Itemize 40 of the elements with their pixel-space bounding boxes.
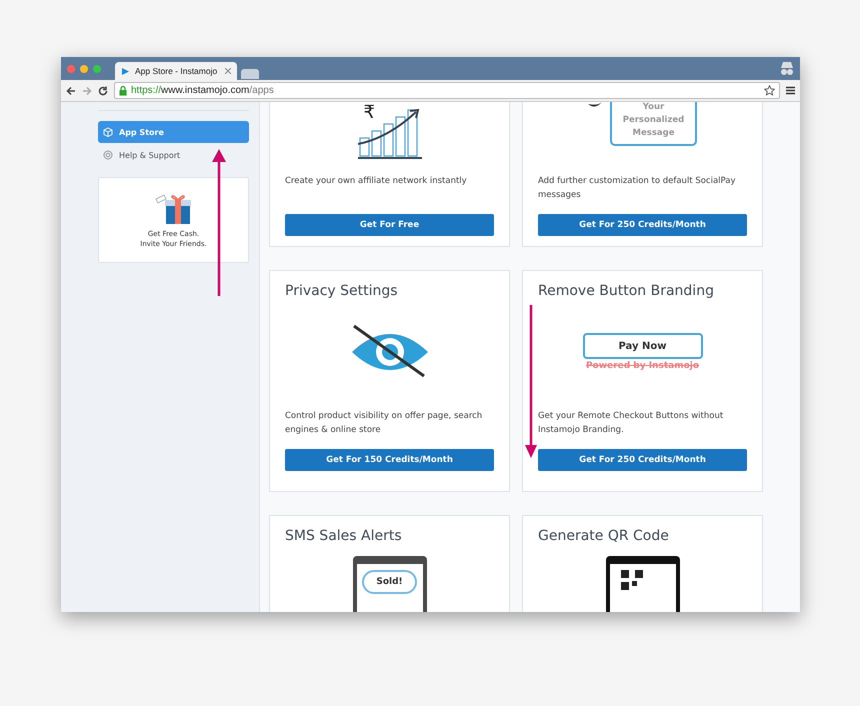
get-app-button[interactable]: Get For 250 Credits/Month [538,214,747,236]
reload-icon[interactable] [98,86,108,96]
play-logo-icon [121,66,130,76]
card-description: Create your own affiliate network instantly [285,175,468,188]
card-title: Privacy Settings [285,282,399,301]
lifebuoy-icon [103,150,113,160]
message-text: Your [642,102,664,114]
message-text: Personalized [622,114,684,127]
maximize-window-button[interactable] [93,64,101,72]
forward-icon[interactable] [82,86,92,96]
get-app-button[interactable]: Get For Free [285,214,494,236]
rupee-symbol: ₹ [364,102,375,123]
menu-icon[interactable] [786,86,795,95]
lock-icon [119,86,127,96]
back-icon[interactable] [66,86,76,96]
card-description: Control product visibility on offer page, search engines & online store [285,410,484,437]
card-title: Generate QR Code [538,527,670,546]
address-bar[interactable]: https://www.instamojo.com/apps [114,82,780,99]
card-title: SMS Sales Alerts [285,527,403,546]
sidebar-item[interactable]: App Store [98,121,249,143]
card-title: Remove Button Branding [538,282,715,301]
close-icon[interactable] [225,68,231,74]
message-text: Message [632,127,674,140]
card-description: Add further customization to default SocialPay messages [538,175,737,202]
sold-bubble: Sold! [362,570,417,594]
hidden-eye-icon [350,324,430,380]
incognito-icon [778,61,796,77]
browser-tab[interactable]: App Store - Instamojo [115,62,237,80]
url-text: https://www.instamojo.com/apps [131,85,275,96]
card-description: Get your Remote Checkout Buttons without Instamojo Branding. [538,410,724,437]
pay-now-sample: Pay Now [582,333,702,359]
get-app-button[interactable]: Get For 250 Credits/Month [538,449,747,471]
qr-code-icon [610,564,676,612]
sidebar-item[interactable]: Help & Support [98,144,249,166]
new-tab-button[interactable] [241,69,259,79]
minimize-window-button[interactable] [80,64,88,72]
box-icon [103,127,113,137]
star-icon[interactable] [764,85,775,96]
powered-by-text: Powered by Instamojo [586,361,700,371]
get-app-button[interactable]: Get For 150 Credits/Month [285,449,494,471]
